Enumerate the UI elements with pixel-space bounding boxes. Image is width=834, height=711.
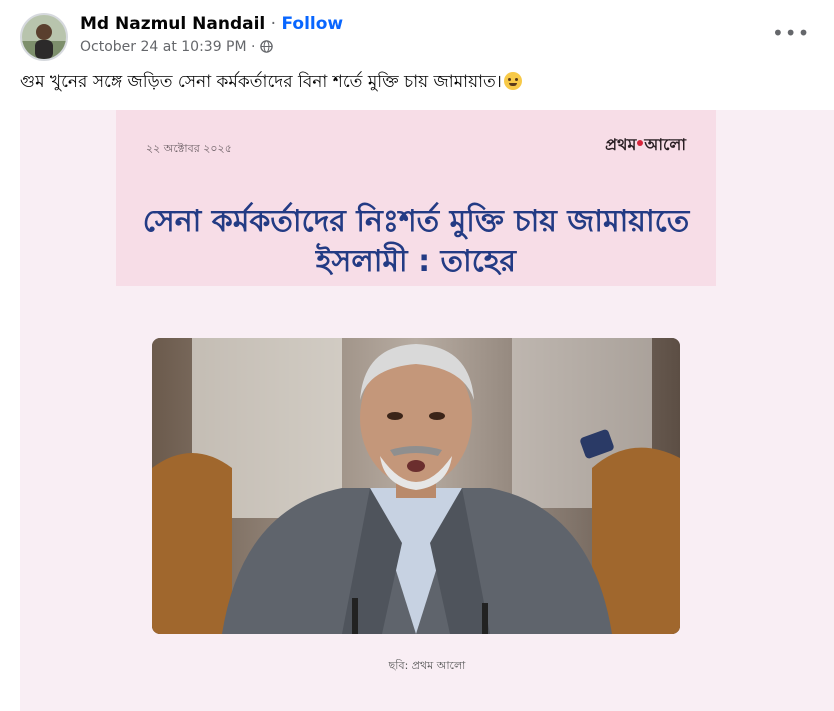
headline-line-2: ইসলামী : তাহের [315, 244, 517, 279]
author-name[interactable]: Md Nazmul Nandail [80, 14, 265, 34]
post-image[interactable]: ২২ অক্টোবর ২০২৫ প্রথম আলো সেনা কর্মকর্তাদ… [20, 110, 834, 711]
thinking-face-emoji [503, 72, 522, 90]
facebook-post: Md Nazmul Nandail · Follow October 24 at… [0, 0, 834, 711]
logo-sun-icon [637, 140, 644, 146]
news-photo [152, 338, 680, 634]
globe-icon[interactable] [260, 40, 273, 58]
post-header: Md Nazmul Nandail · Follow October 24 at… [0, 0, 834, 62]
news-date: ২২ অক্টোবর ২০২৫ [146, 142, 232, 155]
news-headline: সেনা কর্মকর্তাদের নিঃশর্ত মুক্তি চায় জা… [116, 202, 716, 282]
logo-text-a: প্রথম [605, 135, 637, 154]
separator-dot: · [270, 14, 277, 34]
prothom-alo-logo: প্রথম আলো [605, 132, 686, 159]
post-timestamp[interactable]: October 24 at 10:39 PM [80, 39, 247, 55]
author-row: Md Nazmul Nandail · Follow [80, 12, 343, 36]
avatar-image [22, 15, 66, 59]
author-avatar[interactable] [20, 13, 68, 61]
logo-text-b: আলো [644, 135, 686, 154]
caption-text: গুম খুনের সঙ্গে জড়িত সেনা কর্মকর্তাদের … [20, 72, 502, 92]
speaker-portrait [152, 338, 680, 634]
post-caption: গুম খুনের সঙ্গে জড়িত সেনা কর্মকর্তাদের … [20, 70, 820, 94]
news-banner: ২২ অক্টোবর ২০২৫ প্রথম আলো সেনা কর্মকর্তাদ… [116, 110, 716, 286]
follow-button[interactable]: Follow [281, 14, 343, 34]
meta-separator: · [251, 39, 256, 55]
more-options-icon[interactable]: ••• [772, 18, 809, 48]
photo-credit: ছবি: প্রথম আলো [388, 659, 466, 672]
headline-line-1: সেনা কর্মকর্তাদের নিঃশর্ত মুক্তি চায় জা… [142, 204, 690, 239]
post-meta: October 24 at 10:39 PM · [80, 38, 273, 58]
